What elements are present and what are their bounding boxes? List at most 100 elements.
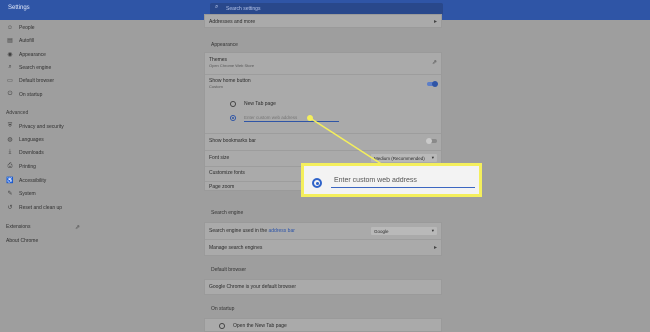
reset-icon: ↺: [7, 205, 13, 211]
sidebar-item-reset[interactable]: ↺ Reset and clean up: [6, 203, 96, 212]
wrench-icon: ✎: [7, 191, 13, 197]
globe-icon: ◍: [7, 137, 13, 143]
manage-search-engines-row[interactable]: Manage search engines ▸: [209, 244, 437, 252]
default-browser-title: Default browser: [211, 267, 247, 273]
shield-icon: ⛨: [7, 123, 13, 129]
customize-fonts-label: Customize fonts: [209, 170, 245, 176]
default-browser-text: Google Chrome is your default browser: [209, 284, 296, 290]
person-icon: ☺: [6, 24, 14, 31]
manage-search-engines-label: Manage search engines: [209, 244, 263, 251]
sidebar-item-label: About Chrome: [6, 238, 39, 244]
page-zoom-label: Page zoom: [209, 184, 235, 190]
search-engine-description: Search engine used in the address bar: [209, 228, 295, 234]
font-size-value: Medium (Recommended): [374, 155, 425, 161]
addresses-label: Addresses and more: [209, 18, 256, 25]
app-title: Settings: [8, 5, 30, 11]
sidebar-item-label: Languages: [19, 136, 44, 143]
accessibility-icon: ♿: [6, 178, 14, 184]
sidebar-item-search-engine[interactable]: ⌕ Search engine: [6, 63, 96, 72]
palette-icon: ◉: [7, 52, 13, 58]
callout-radio[interactable]: [312, 178, 322, 188]
bookmarks-bar-toggle[interactable]: [426, 138, 437, 144]
sidebar-advanced-heading[interactable]: Advanced: [6, 110, 28, 116]
custom-address-radio[interactable]: [230, 115, 236, 121]
zoom-callout: [301, 163, 482, 197]
open-external-icon[interactable]: ⇗: [432, 59, 437, 66]
dropdown-arrow-icon: ▾: [431, 155, 434, 160]
sidebar-item-appearance[interactable]: ◉ Appearance: [6, 50, 96, 59]
sidebar-item-about[interactable]: About Chrome: [6, 238, 80, 244]
sidebar-item-printing[interactable]: ⎙ Printing: [6, 162, 96, 171]
themes-row[interactable]: Themes Open Chrome Web Store ⇗: [209, 57, 437, 68]
sidebar-item-label: Extensions: [6, 224, 31, 230]
sidebar-item-label: Default browser: [19, 77, 55, 84]
sidebar-item-system[interactable]: ✎ System: [6, 189, 96, 198]
open-external-icon: ⇗: [74, 225, 80, 231]
sidebar-item-label: Reset and clean up: [19, 204, 63, 211]
search-engine-select[interactable]: Google ▾: [371, 227, 437, 235]
callout-address-input[interactable]: [331, 173, 475, 188]
search-input[interactable]: [226, 5, 426, 13]
sidebar-item-privacy[interactable]: ⛨ Privacy and security: [6, 122, 96, 131]
font-size-row: Font size Medium (Recommended) ▾: [209, 154, 437, 162]
sidebar-item-label: People: [19, 24, 35, 31]
search-engine-row: Search engine used in the address bar Go…: [209, 227, 437, 235]
themes-sublabel: Open Chrome Web Store: [209, 63, 255, 68]
printer-icon: ⎙: [7, 163, 13, 169]
search-engine-prefix: Search engine used in the: [209, 228, 268, 234]
bookmarks-bar-label: Show bookmarks bar: [209, 138, 256, 144]
new-tab-option[interactable]: New Tab page: [230, 101, 437, 107]
sidebar-item-extensions[interactable]: Extensions ⇗: [6, 224, 80, 231]
sidebar-item-label: Autofill: [19, 37, 35, 44]
custom-address-input[interactable]: [244, 114, 339, 122]
divider: [205, 74, 441, 75]
search-engine-value: Google: [374, 228, 389, 234]
sidebar-item-label: Downloads: [19, 149, 44, 156]
sidebar-item-label: Search engine: [19, 64, 52, 71]
font-size-label: Font size: [209, 155, 230, 161]
font-size-select[interactable]: Medium (Recommended) ▾: [371, 154, 437, 162]
sidebar-item-label: Accessibility: [19, 177, 47, 184]
chevron-right-icon: ▸: [433, 19, 437, 25]
divider: [205, 239, 441, 240]
default-browser-row: Google Chrome is your default browser: [209, 284, 437, 290]
sidebar: ☺ People ▤ Autofill ◉ Appearance ⌕ Searc…: [0, 20, 98, 329]
addresses-row[interactable]: Addresses and more ▸: [209, 18, 437, 26]
appearance-title: Appearance: [211, 42, 238, 48]
home-button-row[interactable]: Show home button Custom: [209, 78, 438, 89]
power-icon: ⏻: [7, 91, 13, 97]
chevron-right-icon: ▸: [433, 245, 437, 251]
sidebar-item-accessibility[interactable]: ♿ Accessibility: [6, 176, 96, 185]
toggle-knob: [432, 80, 438, 87]
sidebar-item-autofill[interactable]: ▤ Autofill: [6, 36, 96, 45]
autofill-card: Addresses and more ▸: [204, 14, 442, 28]
download-icon: ⤓: [8, 149, 12, 155]
bookmarks-bar-row[interactable]: Show bookmarks bar: [209, 138, 437, 144]
on-startup-option[interactable]: Open the New Tab page: [219, 323, 437, 329]
new-tab-radio[interactable]: [230, 101, 236, 107]
sidebar-item-default-browser[interactable]: ▭ Default browser: [6, 76, 96, 85]
sidebar-item-label: Privacy and security: [19, 123, 64, 130]
sidebar-item-languages[interactable]: ◍ Languages: [6, 135, 96, 144]
sidebar-item-people[interactable]: ☺ People: [6, 23, 96, 32]
custom-address-option[interactable]: [230, 114, 437, 122]
startup-radio[interactable]: [219, 323, 225, 329]
default-browser-card: Google Chrome is your default browser: [204, 279, 442, 295]
sidebar-item-downloads[interactable]: ⤓ Downloads: [6, 148, 96, 157]
home-button-toggle[interactable]: [427, 80, 438, 87]
sidebar-item-on-startup[interactable]: ⏻ On startup: [6, 90, 96, 99]
search-engine-card: Search engine used in the address bar Go…: [204, 222, 442, 256]
dropdown-arrow-icon: ▾: [431, 228, 434, 233]
address-bar-link[interactable]: address bar: [269, 228, 295, 234]
sidebar-item-label: System: [19, 190, 36, 197]
toggle-knob: [426, 138, 432, 144]
search-icon: ⌕: [8, 64, 12, 70]
divider: [205, 133, 441, 134]
search-icon: ⌕: [215, 4, 219, 10]
sidebar-item-label: On startup: [19, 91, 43, 98]
new-tab-label: New Tab page: [244, 101, 276, 107]
browser-icon: ▭: [7, 78, 13, 84]
on-startup-title: On startup: [211, 306, 235, 312]
divider: [205, 150, 441, 151]
autofill-icon: ▤: [7, 38, 13, 44]
